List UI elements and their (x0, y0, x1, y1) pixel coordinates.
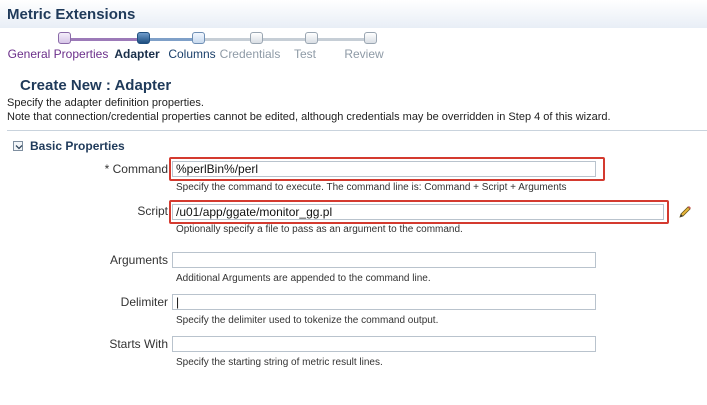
train-step-credentials-node (250, 32, 263, 44)
delimiter-hint: Specify the delimiter used to tokenize t… (176, 315, 439, 326)
required-marker: * (104, 162, 110, 176)
train-connector (70, 38, 138, 41)
command-hint: Specify the command to execute. The comm… (176, 182, 567, 193)
app-title: Metric Extensions (7, 6, 136, 23)
delimiter-input[interactable]: | (172, 294, 596, 310)
command-input[interactable]: %perlBin%/perl (172, 161, 596, 177)
command-label: * Command (48, 162, 168, 176)
title-bar: Metric Extensions (0, 0, 707, 28)
train-step-adapter: Adapter (114, 47, 160, 61)
train-step-review-node (364, 32, 377, 44)
starts-with-input[interactable] (172, 336, 596, 352)
train-connector (205, 38, 251, 41)
page-title: Create New : Adapter (20, 77, 172, 94)
page-note: Note that connection/credential properti… (7, 111, 611, 123)
section-collapse-toggle[interactable] (13, 141, 23, 151)
train-step-credentials: Credentials (219, 47, 281, 61)
section-divider (7, 130, 707, 131)
starts-with-label: Starts With (109, 337, 168, 351)
script-label: Script (137, 204, 168, 218)
delimiter-label: Delimiter (120, 295, 168, 309)
script-hint: Optionally specify a file to pass as an … (176, 224, 463, 235)
train-step-general-properties-node[interactable] (58, 32, 71, 44)
arguments-label: Arguments (109, 253, 168, 267)
train-step-general-properties[interactable]: General Properties (8, 47, 109, 61)
command-label-text: Command (112, 162, 168, 176)
train-step-columns[interactable]: Columns (168, 47, 215, 61)
train-step-columns-node[interactable] (192, 32, 205, 44)
train-step-test: Test (293, 47, 317, 61)
page-description: Specify the adapter definition propertie… (7, 97, 204, 109)
arguments-input[interactable] (172, 252, 596, 268)
section-title: Basic Properties (30, 139, 125, 153)
train-step-review: Review (344, 47, 384, 61)
train-step-test-node (305, 32, 318, 44)
script-input[interactable]: /u01/app/ggate/monitor_gg.pl (172, 204, 664, 220)
pencil-icon[interactable] (677, 204, 693, 220)
starts-with-hint: Specify the starting string of metric re… (176, 357, 383, 368)
chevron-down-icon (15, 145, 23, 150)
arguments-hint: Additional Arguments are appended to the… (176, 273, 431, 284)
train-step-adapter-node (137, 32, 150, 44)
train-connector (150, 38, 194, 41)
wizard-train: General Properties Adapter Columns Crede… (0, 28, 707, 68)
